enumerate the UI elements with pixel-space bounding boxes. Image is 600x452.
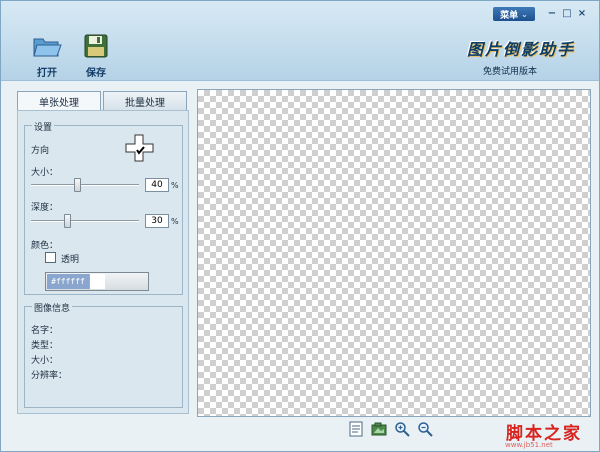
close-button[interactable]: ×	[575, 7, 589, 19]
color-hex-value: #ffffff	[47, 274, 89, 289]
chevron-down-icon: ⌄	[521, 9, 528, 19]
folder-open-icon	[33, 38, 62, 57]
resolution-label: 分辨率：	[31, 371, 68, 381]
size-slider-track[interactable]	[31, 184, 139, 186]
tab-single[interactable]: 单张处理	[17, 91, 101, 110]
transparent-label: 透明	[61, 255, 80, 265]
color-swatch	[89, 274, 105, 289]
titlebar: 菜单 ⌄ − □ × 打开 保存 图片倒影助手 免费试用版本	[1, 1, 599, 81]
image-info-group-title: 图像信息	[32, 301, 73, 314]
type-label: 类型：	[31, 341, 59, 351]
menu-button[interactable]: 菜单 ⌄	[493, 7, 535, 21]
depth-label: 深度：	[31, 203, 59, 213]
transparent-checkbox[interactable]	[45, 252, 56, 263]
watermark-url: www.jb51.net	[505, 441, 553, 449]
depth-slider-track[interactable]	[31, 220, 139, 222]
color-picker[interactable]: #ffffff	[45, 272, 149, 291]
depth-slider-thumb[interactable]	[64, 214, 72, 228]
app-window: 菜单 ⌄ − □ × 打开 保存 图片倒影助手 免费试用版本 单张处理 批量处理…	[0, 0, 600, 452]
tab-bar: 单张处理 批量处理	[17, 91, 187, 110]
size-slider-thumb[interactable]	[74, 178, 82, 192]
open-button[interactable]: 打开	[29, 33, 65, 79]
size-unit: %	[171, 181, 179, 190]
file-size-label: 大小：	[31, 356, 59, 366]
color-label: 颜色：	[31, 241, 59, 251]
depth-input[interactable]: 30	[145, 214, 169, 228]
edition-label: 免费试用版本	[483, 67, 538, 77]
save-button[interactable]: 保存	[78, 33, 114, 79]
minimize-button[interactable]: −	[545, 7, 559, 19]
depth-unit: %	[171, 217, 179, 226]
app-brand-title: 图片倒影助手	[467, 40, 576, 59]
size-label: 大小：	[31, 168, 59, 178]
settings-group-title: 设置	[32, 120, 55, 133]
actual-size-icon[interactable]	[371, 421, 387, 437]
direction-label: 方向	[31, 146, 50, 156]
floppy-disk-icon	[84, 34, 108, 58]
name-label: 名字：	[31, 326, 59, 336]
menu-label: 菜单	[500, 10, 519, 21]
size-input[interactable]: 40	[145, 178, 169, 192]
fit-page-icon[interactable]	[348, 421, 364, 437]
direction-selector-icon[interactable]	[123, 132, 155, 164]
image-preview-canvas[interactable]	[197, 89, 591, 417]
save-label: 保存	[86, 68, 106, 79]
maximize-button[interactable]: □	[560, 7, 574, 19]
tab-batch[interactable]: 批量处理	[103, 91, 187, 110]
open-label: 打开	[37, 68, 57, 79]
zoom-in-icon[interactable]	[394, 421, 410, 437]
zoom-out-icon[interactable]	[417, 421, 433, 437]
